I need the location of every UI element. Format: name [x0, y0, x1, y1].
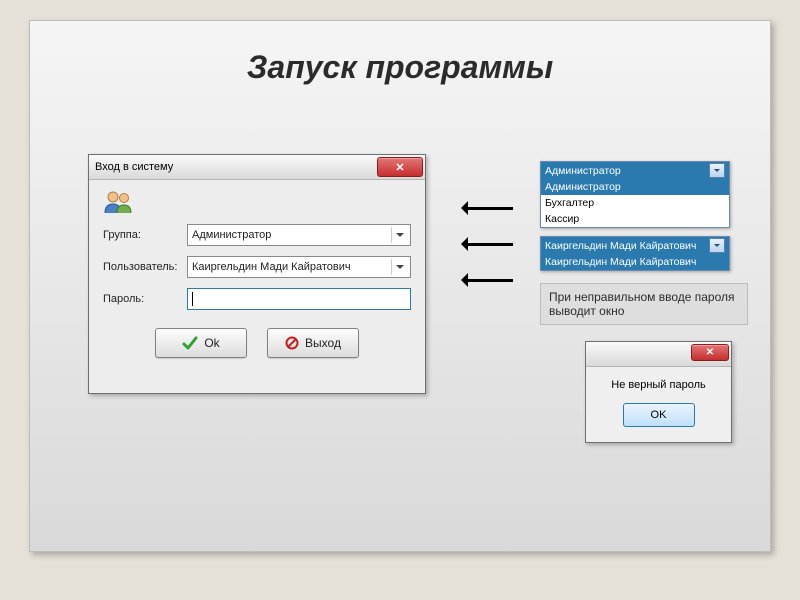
chevron-down-icon[interactable] [709, 163, 725, 178]
login-titlebar[interactable]: Вход в систему ✕ [89, 155, 425, 180]
group-option[interactable]: Кассир [541, 211, 729, 227]
arrow-icon [454, 237, 513, 251]
chevron-down-icon [391, 227, 408, 243]
forbidden-icon [285, 336, 299, 350]
group-option[interactable]: Администратор [541, 179, 729, 195]
password-note: При неправильном вводе пароля выводит ок… [540, 283, 748, 325]
arrow-icon [454, 201, 513, 215]
group-dropdown[interactable]: Администратор Администратор Бухгалтер Ка… [540, 161, 730, 228]
close-button[interactable]: ✕ [691, 344, 729, 361]
check-icon [182, 335, 198, 351]
password-row: Пароль: [103, 288, 411, 310]
group-label: Группа: [103, 229, 187, 241]
ok-label: Ok [204, 336, 219, 350]
error-titlebar[interactable]: ✕ [586, 342, 731, 367]
exit-button[interactable]: Выход [267, 328, 359, 358]
group-value: Администратор [192, 229, 271, 241]
ok-button[interactable]: Ok [155, 328, 247, 358]
password-input[interactable] [187, 288, 411, 310]
group-row: Группа: Администратор [103, 224, 411, 246]
user-dropdown-list: Каиргельдин Мади Кайратович [541, 254, 729, 270]
user-select[interactable]: Каиргельдин Мади Кайратович [187, 256, 411, 278]
error-ok-label: OK [651, 409, 667, 421]
group-dropdown-list: Администратор Бухгалтер Кассир [541, 179, 729, 227]
user-option[interactable]: Каиргельдин Мади Кайратович [541, 254, 729, 270]
user-dropdown-selected: Каиргельдин Мади Кайратович [545, 239, 696, 253]
group-option[interactable]: Бухгалтер [541, 195, 729, 211]
login-window-title: Вход в систему [95, 161, 173, 173]
slide: Запуск программы Вход в систему ✕ Группа… [29, 20, 771, 552]
login-body: Группа: Администратор Пользователь: Каир… [89, 180, 425, 358]
chevron-down-icon[interactable] [709, 238, 725, 253]
close-icon: ✕ [706, 347, 714, 358]
password-label: Пароль: [103, 293, 187, 305]
login-window: Вход в систему ✕ Группа: Администратор [88, 154, 426, 394]
close-icon: ✕ [395, 161, 404, 174]
user-label: Пользователь: [103, 261, 187, 273]
button-row: Ok Выход [103, 328, 411, 358]
error-message: Не верный пароль [586, 367, 731, 391]
group-dropdown-selected: Администратор [545, 164, 621, 178]
error-dialog: ✕ Не верный пароль OK [585, 341, 732, 443]
text-cursor [192, 292, 193, 306]
user-value: Каиргельдин Мади Кайратович [192, 261, 351, 273]
page-title: Запуск программы [30, 21, 770, 86]
user-dropdown-head[interactable]: Каиргельдин Мади Кайратович [541, 237, 729, 254]
users-icon [103, 190, 133, 214]
error-ok-button[interactable]: OK [623, 403, 695, 427]
arrow-icon [454, 273, 513, 287]
user-dropdown[interactable]: Каиргельдин Мади Кайратович Каиргельдин … [540, 236, 730, 271]
chevron-down-icon [391, 259, 408, 275]
group-dropdown-head[interactable]: Администратор [541, 162, 729, 179]
group-select[interactable]: Администратор [187, 224, 411, 246]
close-button[interactable]: ✕ [377, 157, 423, 177]
exit-label: Выход [305, 336, 341, 350]
user-row: Пользователь: Каиргельдин Мади Кайратови… [103, 256, 411, 278]
